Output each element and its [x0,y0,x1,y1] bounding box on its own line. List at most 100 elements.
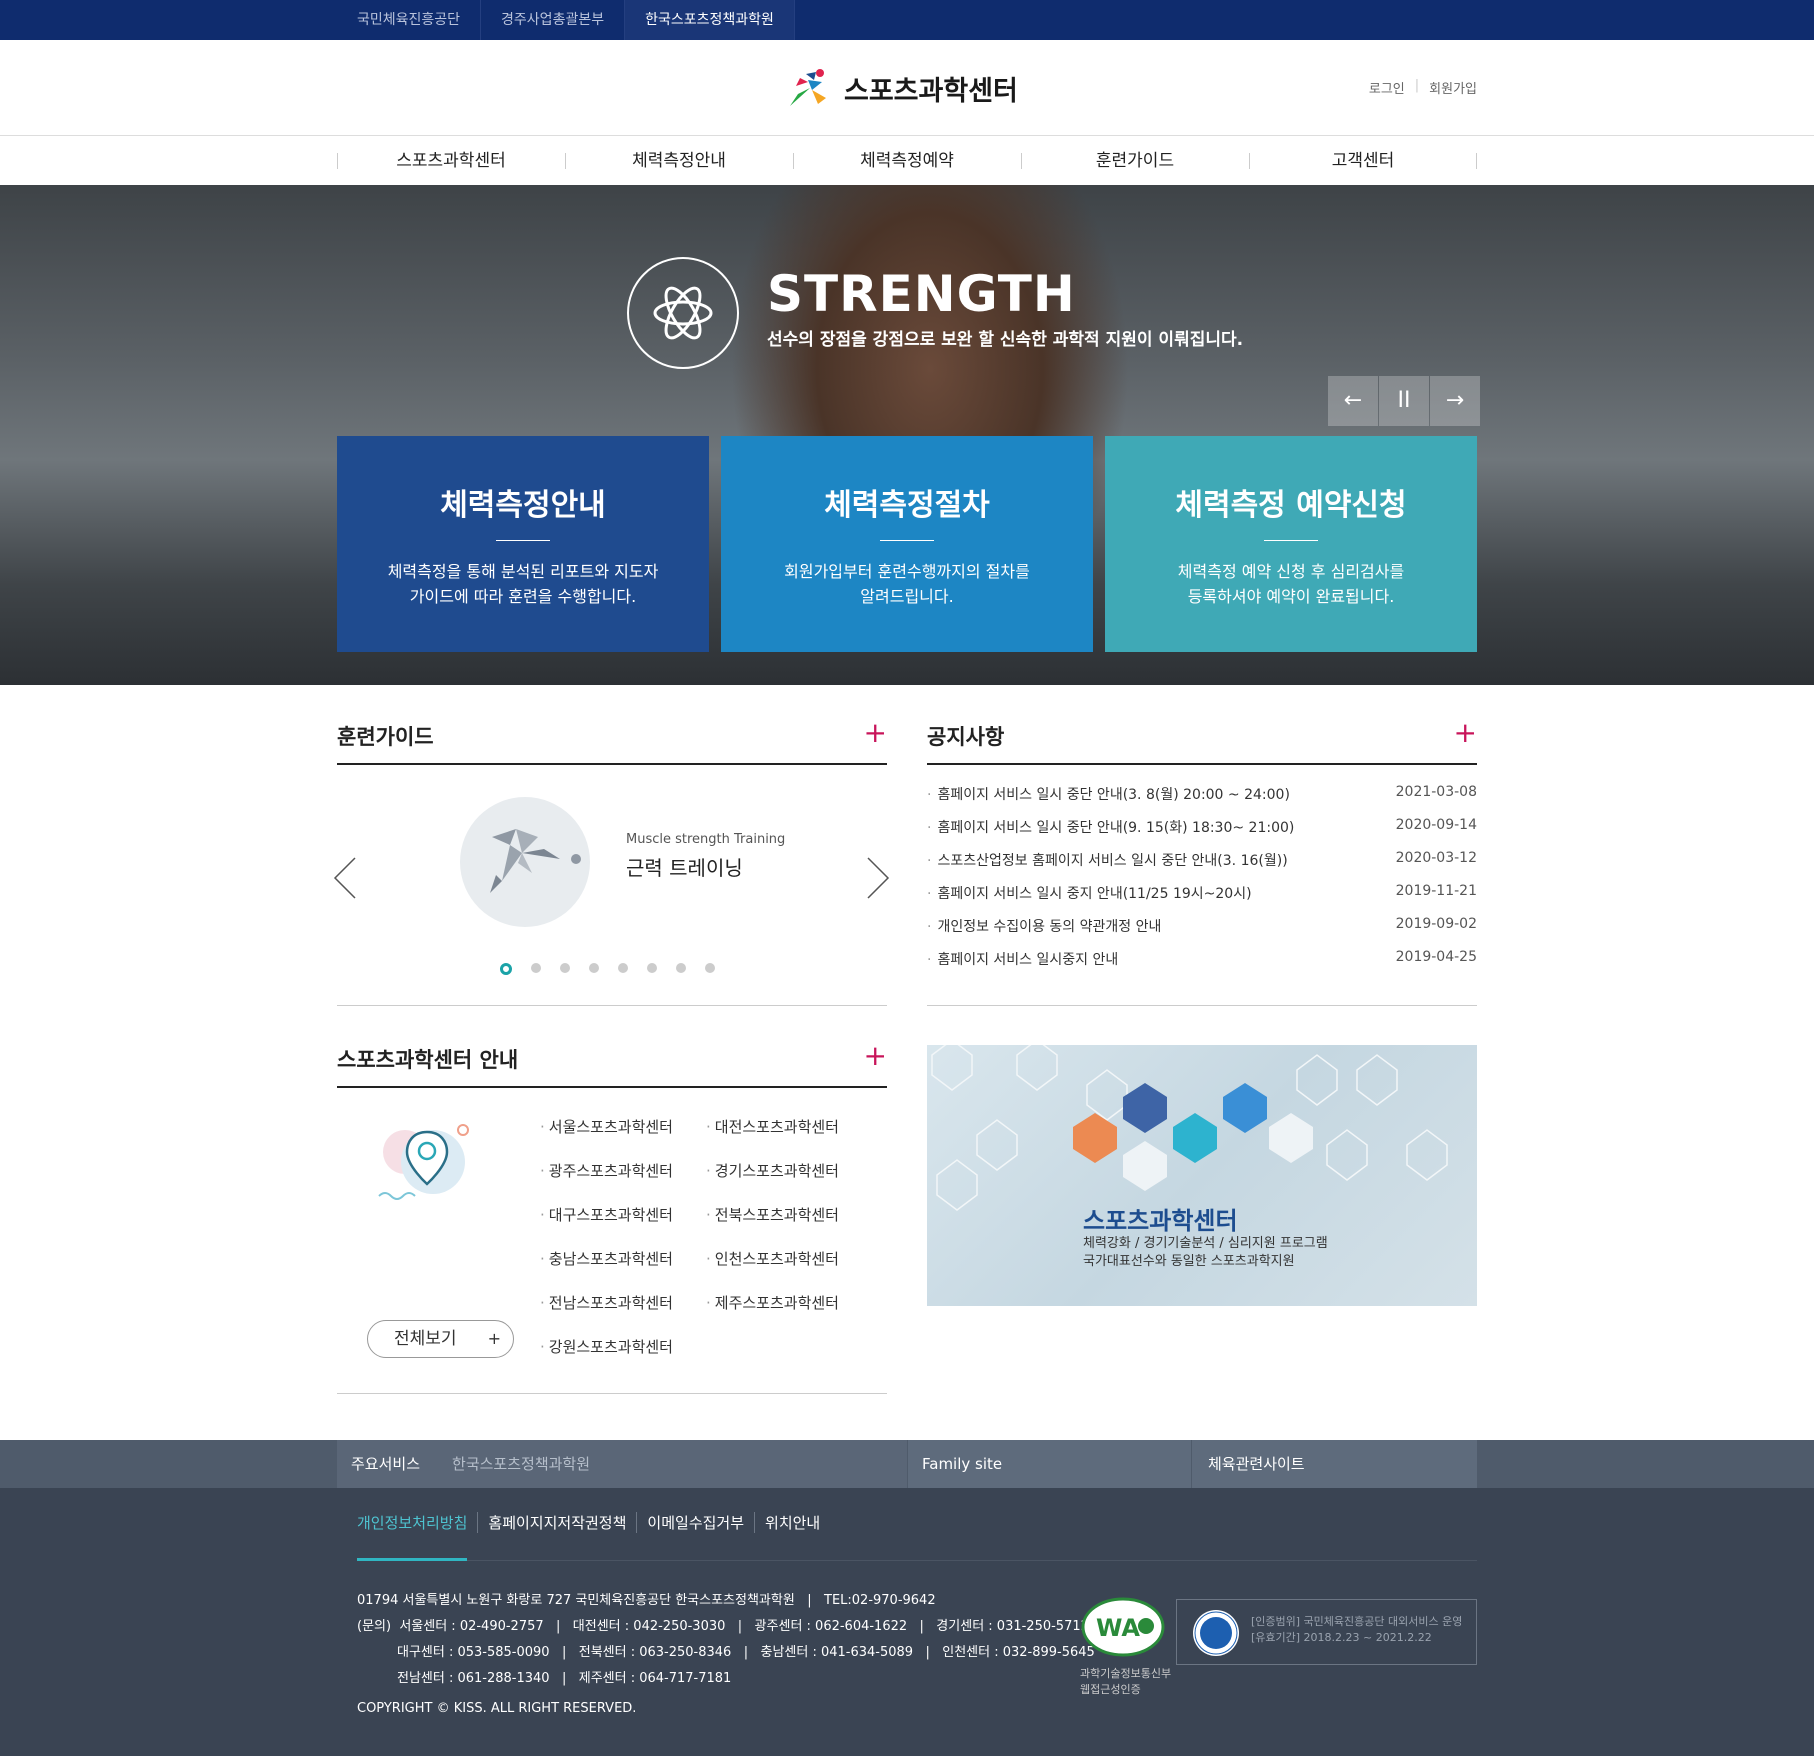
login-link[interactable]: 로그인 [1369,78,1405,97]
sports-science-banner[interactable]: 스포츠과학센터 체력강화 / 경기기술분석 / 심리지원 프로그램 국가대표선수와… [927,1045,1477,1306]
utility-links: 로그인 | 회원가입 [1369,78,1477,97]
banner-desc: 체력강화 / 경기기술분석 / 심리지원 프로그램 국가대표선수와 동일한 스포츠… [1083,1236,1328,1269]
banner-title: 스포츠과학센터 [1083,1207,1238,1235]
center-link[interactable]: 광주스포츠과학센터 [540,1160,706,1182]
training-guide-header: 훈련가이드 + [337,715,887,765]
center-link[interactable]: 대구스포츠과학센터 [540,1204,706,1226]
nav-item-customer[interactable]: 고객센터 [1249,137,1477,185]
chevron-left-icon[interactable] [333,856,357,912]
section-title: 공지사항 [927,725,1005,749]
footer: 개인정보처리방침 홈페이지지저작권정책 이메일수집거부 위치안내 01794 서… [0,1488,1814,1756]
center-link[interactable]: 강원스포츠과학센터 [540,1336,706,1358]
hero-slider: STRENGTH 선수의 장점을 강점으로 보완 할 신속한 과학적 지원이 이… [0,185,1814,685]
notice-list: 홈페이지 서비스 일시 중단 안내(3. 8(월) 20:00 ~ 24:00)… [927,784,1477,982]
center-link[interactable]: 제주스포츠과학센터 [706,1292,872,1314]
slider-dot[interactable] [500,963,512,975]
nav-item-training-guide[interactable]: 훈련가이드 [1021,137,1249,185]
contact-line: (문의) 서울센터 : 02-490-2757 | 대전센터 : 042-250… [357,1619,1089,1634]
hero-subtitle: 선수의 장점을 강점으로 보완 할 신속한 과학적 지원이 이뤄집니다. [767,330,1244,350]
list-item[interactable]: 스포츠산업정보 홈페이지 서비스 일시 중단 안내(3. 16(월))2020-… [927,850,1477,883]
section-title: 훈련가이드 [337,725,434,749]
divider [337,1005,887,1006]
svg-text:WA: WA [1096,1614,1140,1642]
chevron-right-icon[interactable] [866,856,890,912]
box-divider [1264,540,1318,541]
page: 국민체육진흥공단 경주사업총괄본부 한국스포츠정책과학원 스포츠과학센터 로그인… [0,0,1814,1756]
more-plus-icon[interactable]: + [864,719,887,747]
center-link[interactable]: 전남스포츠과학센터 [540,1292,706,1314]
footer-service-bar: 주요서비스 한국스포츠정책과학원 Family site 체육관련사이트 [0,1440,1814,1488]
slider-dot[interactable] [560,963,570,973]
active-underline [357,1558,467,1561]
slider-controls: ← II → [1327,376,1480,426]
main-service-label: 주요서비스 [351,1455,421,1473]
prev-arrow-icon[interactable]: ← [1328,376,1378,426]
list-item[interactable]: 홈페이지 서비스 일시 중단 안내(9. 15(화) 18:30~ 21:00)… [927,817,1477,850]
pause-icon[interactable]: II [1379,376,1429,426]
divider [927,1005,1477,1006]
nav-item-measure-guide[interactable]: 체력측정안내 [565,137,793,185]
slider-dot[interactable] [647,963,657,973]
email-refuse-link[interactable]: 이메일수집거부 [636,1512,754,1533]
main-service-select[interactable]: 주요서비스 한국스포츠정책과학원 [337,1440,907,1488]
location-link[interactable]: 위치안내 [754,1512,830,1533]
center-link[interactable]: 인천스포츠과학센터 [706,1248,872,1270]
notice-header: 공지사항 + [927,715,1477,765]
header: 스포츠과학센터 로그인 | 회원가입 [0,40,1814,136]
contact-line: 전남센터 : 061-288-1340 | 제주센터 : 064-717-718… [397,1671,732,1686]
list-item[interactable]: 홈페이지 서비스 일시 중단 안내(3. 8(월) 20:00 ~ 24:00)… [927,784,1477,817]
privacy-policy-link[interactable]: 개인정보처리방침 [357,1512,477,1533]
more-plus-icon[interactable]: + [1454,719,1477,747]
slider-dot[interactable] [676,963,686,973]
nav-item-measure-reserve[interactable]: 체력측정예약 [793,137,1021,185]
divider [337,1393,887,1394]
slider-dot[interactable] [618,963,628,973]
view-all-button[interactable]: 전체보기 + [367,1320,514,1358]
center-links: 서울스포츠과학센터 대전스포츠과학센터 광주스포츠과학센터 경기스포츠과학센터 … [540,1116,880,1358]
box-title: 체력측정절차 [824,488,990,523]
logo-text: 스포츠과학센터 [844,75,1018,107]
slider-dot[interactable] [705,963,715,973]
top-bar: 국민체육진흥공단 경주사업총괄본부 한국스포츠정책과학원 [0,0,1814,40]
location-pin-icon [375,1120,475,1210]
box-desc: 회원가입부터 훈련수행까지의 절차를 알려드립니다. [784,562,1030,606]
main-service-site[interactable]: 한국스포츠정책과학원 [452,1455,590,1473]
contact-line: 대구센터 : 053-585-0090 | 전북센터 : 063-250-834… [397,1645,1095,1660]
quick-box-reservation[interactable]: 체력측정 예약신청 체력측정 예약 신청 후 심리검사를 등록하셔야 예약이 완료… [1105,436,1477,652]
list-item[interactable]: 홈페이지 서비스 일시 중지 안내(11/25 19시~20시)2019-11-… [927,883,1477,916]
box-divider [880,540,934,541]
section-title: 스포츠과학센터 안내 [337,1048,519,1072]
center-link[interactable]: 서울스포츠과학센터 [540,1116,706,1138]
center-link[interactable]: 전북스포츠과학센터 [706,1204,872,1226]
center-link[interactable]: 충남스포츠과학센터 [540,1248,706,1270]
box-desc: 체력측정 예약 신청 후 심리검사를 등록하셔야 예약이 완료됩니다. [1177,562,1405,606]
nav-item-center[interactable]: 스포츠과학센터 [337,137,565,185]
slider-dot[interactable] [589,963,599,973]
box-title: 체력측정 예약신청 [1175,488,1407,523]
logo[interactable]: 스포츠과학센터 [786,66,1018,110]
footer-links: 개인정보처리방침 홈페이지지저작권정책 이메일수집거부 위치안내 [357,1512,830,1533]
centers-header: 스포츠과학센터 안내 + [337,1038,887,1088]
related-site-select[interactable]: 체육관련사이트 [1192,1440,1477,1488]
slider-dots [500,963,715,975]
quick-box-measure-process[interactable]: 체력측정절차 회원가입부터 훈련수행까지의 절차를 알려드립니다. [721,436,1093,652]
main-nav: 스포츠과학센터 체력측정안내 체력측정예약 훈련가이드 고객센터 [337,137,1477,185]
tab-kiss[interactable]: 한국스포츠정책과학원 [625,0,795,40]
guide-ko-title[interactable]: 근력 트레이닝 [626,852,743,881]
list-item[interactable]: 개인정보 수집이용 동의 약관개정 안내2019-09-02 [927,916,1477,949]
wa-caption: 과학기술정보통신부 웹접근성인증 [1080,1667,1172,1696]
box-desc: 체력측정을 통해 분석된 리포트와 지도자 가이드에 따라 훈련을 수행합니다. [387,562,659,606]
center-link[interactable]: 경기스포츠과학센터 [706,1160,872,1182]
family-site-select[interactable]: Family site [908,1440,1191,1488]
slider-dot[interactable] [531,963,541,973]
quick-box-measure-guide[interactable]: 체력측정안내 체력측정을 통해 분석된 리포트와 지도자 가이드에 따라 훈련을 … [337,436,709,652]
phone: TEL:02-970-9642 [824,1593,936,1608]
next-arrow-icon[interactable]: → [1430,376,1480,426]
tab-keirin[interactable]: 경주사업총괄본부 [481,0,626,40]
copyright-policy-link[interactable]: 홈페이지지저작권정책 [477,1512,636,1533]
join-link[interactable]: 회원가입 [1429,78,1477,97]
more-plus-icon[interactable]: + [864,1042,887,1070]
list-item[interactable]: 홈페이지 서비스 일시중지 안내2019-04-25 [927,949,1477,982]
tab-kspo[interactable]: 국민체육진흥공단 [337,0,482,40]
center-link[interactable]: 대전스포츠과학센터 [706,1116,872,1138]
